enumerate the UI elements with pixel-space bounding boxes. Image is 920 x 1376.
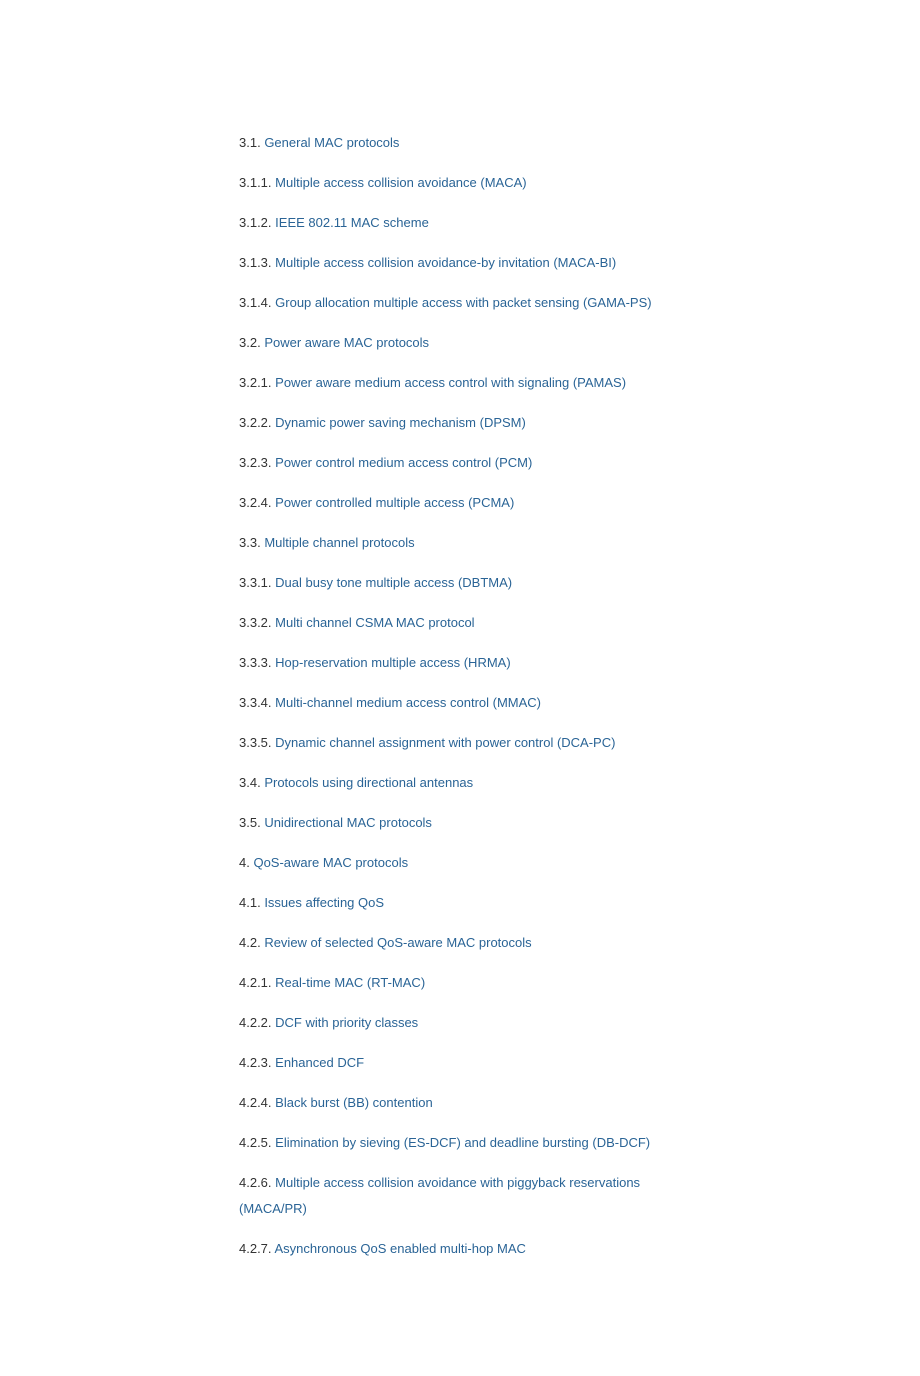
toc-number: 4.2. [239,935,261,950]
toc-number: 4.2.3. [239,1055,272,1070]
toc-entry: 3.1.1. Multiple access collision avoidan… [239,170,679,196]
toc-link[interactable]: Black burst (BB) contention [275,1095,433,1110]
toc-number: 3.5. [239,815,261,830]
toc-entry: 3.1. General MAC protocols [239,130,679,156]
toc-number: 3.2. [239,335,261,350]
toc-entry: 4.2.5. Elimination by sieving (ES-DCF) a… [239,1130,679,1156]
toc-page: 3.1. General MAC protocols 3.1.1. Multipl… [0,0,920,1376]
toc-link[interactable]: Real-time MAC (RT-MAC) [275,975,425,990]
toc-number: 4.2.5. [239,1135,272,1150]
toc-entry: 3.2.3. Power control medium access contr… [239,450,679,476]
toc-link[interactable]: DCF with priority classes [275,1015,418,1030]
toc-entry: 3.1.2. IEEE 802.11 MAC scheme [239,210,679,236]
toc-number: 3.2.4. [239,495,272,510]
toc-entry: 4. QoS-aware MAC protocols [239,850,679,876]
toc-number: 3.3.1. [239,575,272,590]
toc-entry: 3.2.4. Power controlled multiple access … [239,490,679,516]
toc-entry: 4.2.7. Asynchronous QoS enabled multi-ho… [239,1236,679,1262]
toc-link[interactable]: Power aware medium access control with s… [275,375,626,390]
toc-link[interactable]: Multi channel CSMA MAC protocol [275,615,474,630]
toc-number: 3.3.5. [239,735,272,750]
toc-link[interactable]: Hop-reservation multiple access (HRMA) [275,655,511,670]
toc-link[interactable]: Asynchronous QoS enabled multi-hop MAC [274,1241,525,1256]
toc-link[interactable]: Dual busy tone multiple access (DBTMA) [275,575,512,590]
toc-entry: 3.2.1. Power aware medium access control… [239,370,679,396]
toc-number: 3.2.2. [239,415,272,430]
toc-number: 3.2.3. [239,455,272,470]
toc-entry: 3.1.4. Group allocation multiple access … [239,290,679,316]
toc-entry: 4.2.3. Enhanced DCF [239,1050,679,1076]
toc-number: 4.2.4. [239,1095,272,1110]
toc-entry: 3.2. Power aware MAC protocols [239,330,679,356]
toc-number: 4. [239,855,250,870]
toc-number: 3.1. [239,135,261,150]
toc-entry: 3.3.3. Hop-reservation multiple access (… [239,650,679,676]
toc-number: 3.1.3. [239,255,272,270]
toc-link[interactable]: Group allocation multiple access with pa… [275,295,651,310]
toc-link[interactable]: Review of selected QoS-aware MAC protoco… [264,935,531,950]
toc-link[interactable]: IEEE 802.11 MAC scheme [275,215,429,230]
toc-link[interactable]: Elimination by sieving (ES-DCF) and dead… [275,1135,650,1150]
toc-number: 3.3. [239,535,261,550]
toc-link[interactable]: Multiple access collision avoidance-by i… [275,255,616,270]
toc-entry: 4.1. Issues affecting QoS [239,890,679,916]
toc-link[interactable]: QoS-aware MAC protocols [253,855,408,870]
toc-number: 3.4. [239,775,261,790]
toc-number: 3.3.2. [239,615,272,630]
toc-link[interactable]: Dynamic channel assignment with power co… [275,735,615,750]
toc-entry: 3.2.2. Dynamic power saving mechanism (D… [239,410,679,436]
toc-link[interactable]: Unidirectional MAC protocols [264,815,432,830]
toc-link[interactable]: Multiple channel protocols [264,535,414,550]
toc-link[interactable]: Multi-channel medium access control (MMA… [275,695,541,710]
toc-entry: 3.3.1. Dual busy tone multiple access (D… [239,570,679,596]
toc-entry: 4.2.1. Real-time MAC (RT-MAC) [239,970,679,996]
toc-number: 3.1.4. [239,295,272,310]
toc-number: 3.1.2. [239,215,272,230]
toc-number: 4.2.6. [239,1175,272,1190]
toc-entry: 3.5. Unidirectional MAC protocols [239,810,679,836]
toc-entry: 4.2. Review of selected QoS-aware MAC pr… [239,930,679,956]
toc-link[interactable]: General MAC protocols [264,135,399,150]
toc-number: 3.1.1. [239,175,272,190]
toc-entry: 3.3.4. Multi-channel medium access contr… [239,690,679,716]
toc-link[interactable]: Issues affecting QoS [264,895,384,910]
toc-number: 4.2.7. [239,1241,272,1256]
toc-link[interactable]: Power aware MAC protocols [264,335,429,350]
toc-entry: 4.2.2. DCF with priority classes [239,1010,679,1036]
toc-number: 3.2.1. [239,375,272,390]
toc-entry: 3.1.3. Multiple access collision avoidan… [239,250,679,276]
toc-entry: 3.4. Protocols using directional antenna… [239,770,679,796]
toc-entry: 4.2.6. Multiple access collision avoidan… [239,1170,679,1222]
toc-number: 4.1. [239,895,261,910]
toc-entry: 3.3.2. Multi channel CSMA MAC protocol [239,610,679,636]
toc-number: 3.3.4. [239,695,272,710]
toc-number: 4.2.1. [239,975,272,990]
toc-entry: 4.2.4. Black burst (BB) contention [239,1090,679,1116]
toc-link[interactable]: Multiple access collision avoidance (MAC… [275,175,526,190]
toc-link[interactable]: Dynamic power saving mechanism (DPSM) [275,415,526,430]
toc-number: 3.3.3. [239,655,272,670]
toc-link[interactable]: Protocols using directional antennas [264,775,473,790]
toc-number: 4.2.2. [239,1015,272,1030]
toc-link[interactable]: Power controlled multiple access (PCMA) [275,495,514,510]
toc-link[interactable]: Multiple access collision avoidance with… [239,1175,640,1216]
toc-entry: 3.3.5. Dynamic channel assignment with p… [239,730,679,756]
toc-link[interactable]: Enhanced DCF [275,1055,364,1070]
toc-entry: 3.3. Multiple channel protocols [239,530,679,556]
toc-link[interactable]: Power control medium access control (PCM… [275,455,532,470]
